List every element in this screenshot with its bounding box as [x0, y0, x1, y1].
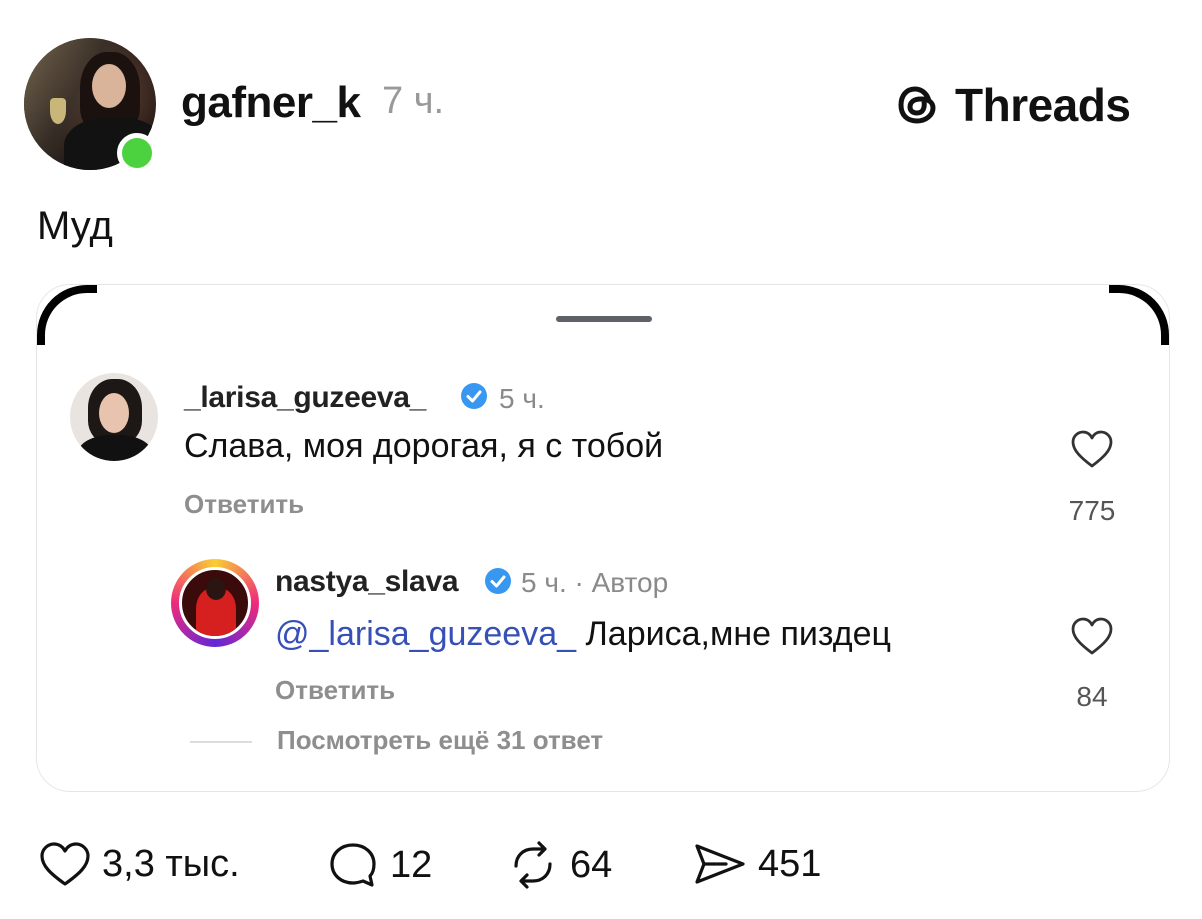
threads-icon [898, 86, 936, 124]
mention-link[interactable]: @_larisa_guzeeva_ [275, 615, 576, 653]
repost-icon [514, 841, 552, 889]
send-icon [695, 844, 745, 884]
comment-body: Лариса,мне пиздец [576, 615, 891, 653]
share-count: 451 [758, 842, 822, 885]
online-status-dot [117, 133, 157, 173]
reply-button[interactable]: Ответить [275, 675, 395, 706]
heart-icon[interactable] [1070, 616, 1114, 656]
comment-time: 5 ч. [499, 383, 545, 414]
repost-button[interactable]: 64 [506, 840, 612, 890]
share-button[interactable]: 451 [692, 840, 821, 888]
heart-icon [40, 842, 90, 886]
like-button[interactable]: 3,3 тыс. [38, 840, 240, 888]
post-text: Муд [37, 204, 113, 248]
comment-avatar[interactable] [70, 373, 158, 461]
threads-logo: Threads [893, 78, 1131, 132]
reply-button[interactable]: Ответить [184, 489, 304, 520]
like-count: 3,3 тыс. [102, 842, 240, 885]
comment-text: Слава, моя дорогая, я с тобой [184, 427, 664, 465]
sheet-grabber [556, 316, 652, 322]
story-ring-avatar[interactable] [171, 559, 259, 647]
thread-divider [190, 741, 252, 743]
embedded-screenshot[interactable]: _larisa_guzeeva_ 5 ч. Слава, моя дорогая… [36, 284, 1170, 792]
threads-wordmark: Threads [955, 79, 1131, 131]
like-count: 775 [1068, 495, 1116, 526]
comment-count: 12 [390, 843, 433, 886]
heart-icon[interactable] [1070, 429, 1114, 469]
view-more-replies[interactable]: Посмотреть ещё 31 ответ [277, 725, 603, 756]
verified-badge-icon [485, 568, 511, 594]
verified-badge-icon [461, 383, 487, 409]
comment-time-author: 5 ч. · Автор [521, 567, 669, 598]
like-count: 84 [1076, 681, 1108, 712]
author-username[interactable]: gafner_k [181, 78, 361, 128]
comment-button[interactable]: 12 [326, 840, 432, 890]
comment-username[interactable]: nastya_slava [275, 565, 459, 599]
post-time: 7 ч. [382, 80, 445, 122]
comment-username[interactable]: _larisa_guzeeva_ [184, 381, 426, 415]
repost-count: 64 [570, 843, 613, 886]
comment-bubble-icon [330, 843, 376, 887]
comment-text: @_larisa_guzeeva_ Лариса,мне пиздец [275, 615, 891, 654]
